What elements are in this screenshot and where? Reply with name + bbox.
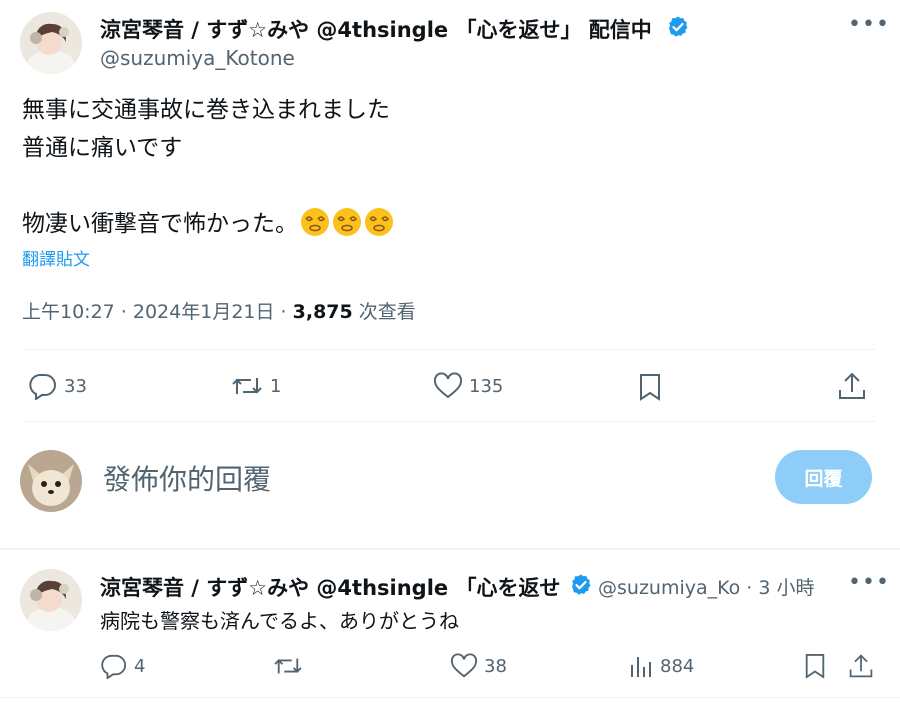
tweet-line: 普通に痛いです	[22, 135, 183, 161]
views-action[interactable]: 884	[628, 653, 694, 679]
dizzy-face-emoji-icon	[333, 208, 361, 236]
retweet-count: 1	[270, 375, 282, 397]
reply-button[interactable]: 回覆	[775, 450, 872, 504]
like-action[interactable]: 135	[433, 372, 503, 400]
reply-author-avatar[interactable]	[20, 569, 82, 631]
divider	[0, 697, 900, 698]
section-separator	[0, 548, 900, 550]
author-display-name[interactable]: 涼宮琴音 / すず☆みや @4thsingle 「心を返せ」 配信中	[100, 14, 652, 44]
heart-icon	[433, 372, 463, 399]
heart-icon	[450, 653, 478, 678]
retweet-action[interactable]	[272, 653, 310, 679]
like-action[interactable]: 38	[450, 653, 507, 679]
bookmark-icon	[640, 374, 660, 401]
tweet-metadata: 上午10:27 · 2024年1月21日 · 3,875 次查看	[22, 297, 416, 324]
share-action[interactable]	[848, 651, 874, 681]
divider	[22, 349, 876, 350]
reply-count: 33	[64, 375, 87, 397]
translate-post-link[interactable]: 翻譯貼文	[22, 245, 90, 270]
reply-action[interactable]: 33	[28, 372, 87, 400]
reply-action[interactable]: 4	[100, 653, 145, 679]
reply-author-display-name[interactable]: 涼宮琴音 / すず☆みや @4thsingle 「心を返せ	[100, 572, 560, 602]
bookmark-action[interactable]	[637, 372, 663, 402]
divider	[22, 421, 876, 422]
verified-badge-icon	[666, 15, 690, 39]
views-count: 884	[660, 655, 695, 677]
author-handle[interactable]: @suzumiya_Kotone	[100, 46, 295, 70]
tweet-text: 無事に交通事故に巻き込まれました 普通に痛いです 物凄い衝撃音で怖かった。	[22, 91, 862, 243]
more-options-icon[interactable]: •••	[848, 570, 890, 595]
like-count: 135	[469, 375, 504, 397]
share-action[interactable]	[837, 370, 867, 402]
reply-icon	[101, 654, 127, 679]
reply-text: 病院も警察も済んでるよ、ありがとうね	[100, 609, 459, 633]
views-count: 3,875	[292, 301, 353, 323]
tweet-timestamp[interactable]: 上午10:27 · 2024年1月21日 ·	[22, 301, 293, 323]
like-count: 38	[484, 655, 507, 677]
author-avatar[interactable]	[20, 12, 82, 74]
more-options-icon[interactable]: •••	[848, 12, 890, 37]
reply-count: 4	[134, 655, 146, 677]
retweet-icon	[274, 658, 302, 674]
verified-badge-icon	[569, 573, 593, 597]
views-label: 次查看	[352, 301, 416, 323]
tweet-line: 無事に交通事故に巻き込まれました	[22, 97, 390, 123]
analytics-icon	[631, 657, 651, 677]
retweet-action[interactable]: 1	[230, 372, 281, 400]
retweet-icon	[232, 378, 262, 394]
reply-icon	[29, 373, 56, 400]
dizzy-face-emoji-icon	[301, 208, 329, 236]
bookmark-icon	[805, 654, 825, 679]
tweet-line: 物凄い衝撃音で怖かった。	[22, 205, 862, 243]
dizzy-face-emoji-icon	[365, 208, 393, 236]
reply-handle-time[interactable]: @suzumiya_Ko · 3 小時	[598, 573, 815, 600]
reply-input[interactable]: 發佈你的回覆	[103, 458, 271, 498]
current-user-avatar[interactable]	[20, 450, 82, 512]
share-icon	[849, 654, 873, 678]
bookmark-action[interactable]	[803, 652, 827, 680]
share-icon	[839, 372, 865, 399]
